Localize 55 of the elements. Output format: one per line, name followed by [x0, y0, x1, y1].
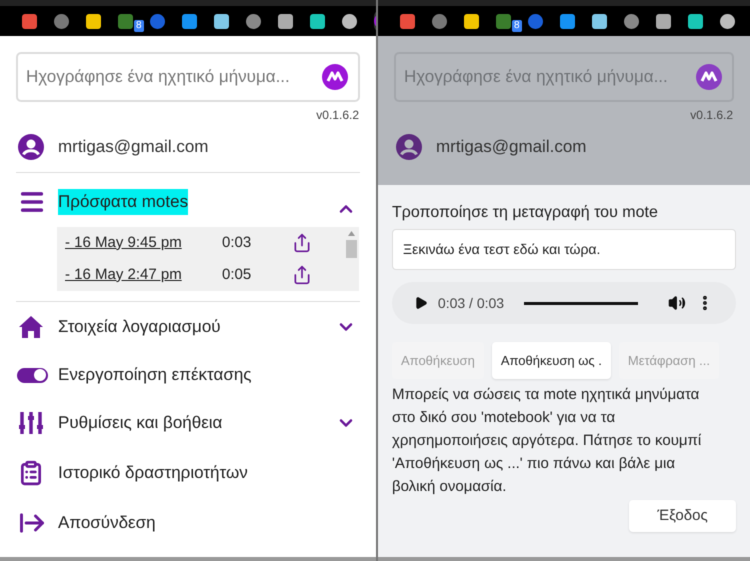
- recording-link[interactable]: - 16 May 2:47 pm: [65, 264, 222, 286]
- transcript-input[interactable]: Ξεκινάω ένα τεστ εδώ και τώρα.: [403, 239, 725, 260]
- user-avatar-icon: [396, 134, 422, 160]
- extension-icon[interactable]: [86, 14, 101, 28]
- exit-button[interactable]: Έξοδος: [629, 500, 736, 532]
- audio-progress-bar[interactable]: [524, 302, 638, 304]
- extension-badge: 8: [512, 20, 522, 32]
- help-text: Μπορείς να σώσεις τα mote ηχητικά μηνύματα στο δικό σου 'motebook' για να τα χρησημοποιήσεις αργότερα. Πάτησε το κουμπί 'Αποθήκευση ως ...' πιο πάνω και βάλε μια βολική ονομασία.: [392, 385, 702, 497]
- menu-label[interactable]: Ρυθμίσεις και βοήθεια: [58, 410, 222, 436]
- extension-icon[interactable]: [624, 14, 639, 28]
- extension-icon[interactable]: [400, 14, 415, 28]
- recording-duration: 0:03: [222, 232, 252, 253]
- extension-badge: 8: [134, 20, 144, 32]
- sliders-icon: [18, 410, 44, 436]
- logo-icon[interactable]: [696, 64, 722, 90]
- share-icon[interactable]: [292, 265, 312, 285]
- extension-icon[interactable]: [310, 14, 325, 28]
- menu-label[interactable]: Ενεργοποίηση επέκτασης: [58, 362, 252, 388]
- extension-icon[interactable]: [22, 14, 37, 28]
- dialog-title: Τροποποίησε τη μεταγραφή του mote: [392, 203, 659, 223]
- record-input[interactable]: Ηχογράφησε ένα ηχητικό μήνυμα...: [404, 64, 694, 90]
- extension-icon[interactable]: [720, 14, 735, 28]
- audio-time: 0:03 / 0:03: [438, 294, 504, 312]
- menu-label[interactable]: Πρόσφατα motes: [58, 189, 188, 215]
- clipboard-icon: [18, 460, 44, 486]
- extension-icon[interactable]: [182, 14, 197, 28]
- logo-icon[interactable]: [322, 64, 348, 90]
- extension-icon[interactable]: [278, 14, 293, 28]
- account-email: mrtigas@gmail.com: [436, 136, 586, 158]
- play-icon[interactable]: [414, 296, 428, 310]
- transcript-field[interactable]: Ξεκινάω ένα τεστ εδώ και τώρα.: [392, 229, 736, 270]
- recording-duration: 0:05: [222, 264, 252, 285]
- version-label: v0.1.6.2: [316, 107, 359, 124]
- toggle-switch[interactable]: [17, 368, 48, 382]
- menu-label[interactable]: Αποσύνδεση: [58, 510, 156, 536]
- recording-link[interactable]: - 16 May 9:45 pm: [65, 232, 222, 254]
- menu-label[interactable]: Στοιχεία λογαριασμού: [58, 314, 221, 340]
- home-icon: [18, 315, 44, 339]
- volume-icon[interactable]: [668, 294, 686, 312]
- record-input[interactable]: Ηχογράφησε ένα ηχητικό μήνυμα...: [26, 64, 316, 90]
- record-field[interactable]: Ηχογράφησε ένα ηχητικό μήνυμα...: [394, 52, 734, 102]
- extension-icon[interactable]: [560, 14, 575, 28]
- share-icon[interactable]: [292, 233, 312, 253]
- extension-icon[interactable]: [464, 14, 479, 28]
- dialog-button[interactable]: Αποθήκευση ως .: [492, 342, 611, 379]
- extension-icon[interactable]: [656, 14, 671, 28]
- version-label: v0.1.6.2: [690, 107, 733, 124]
- extension-icon[interactable]: [688, 14, 703, 28]
- extension-icon[interactable]: [592, 14, 607, 28]
- account-email: mrtigas@gmail.com: [58, 136, 208, 158]
- extension-icon[interactable]: [214, 14, 229, 28]
- user-avatar-icon: [18, 134, 44, 160]
- extension-icon[interactable]: [246, 14, 261, 28]
- extension-icon[interactable]: [342, 14, 357, 28]
- menu-label[interactable]: Ιστορικό δραστηριοτήτων: [58, 460, 248, 486]
